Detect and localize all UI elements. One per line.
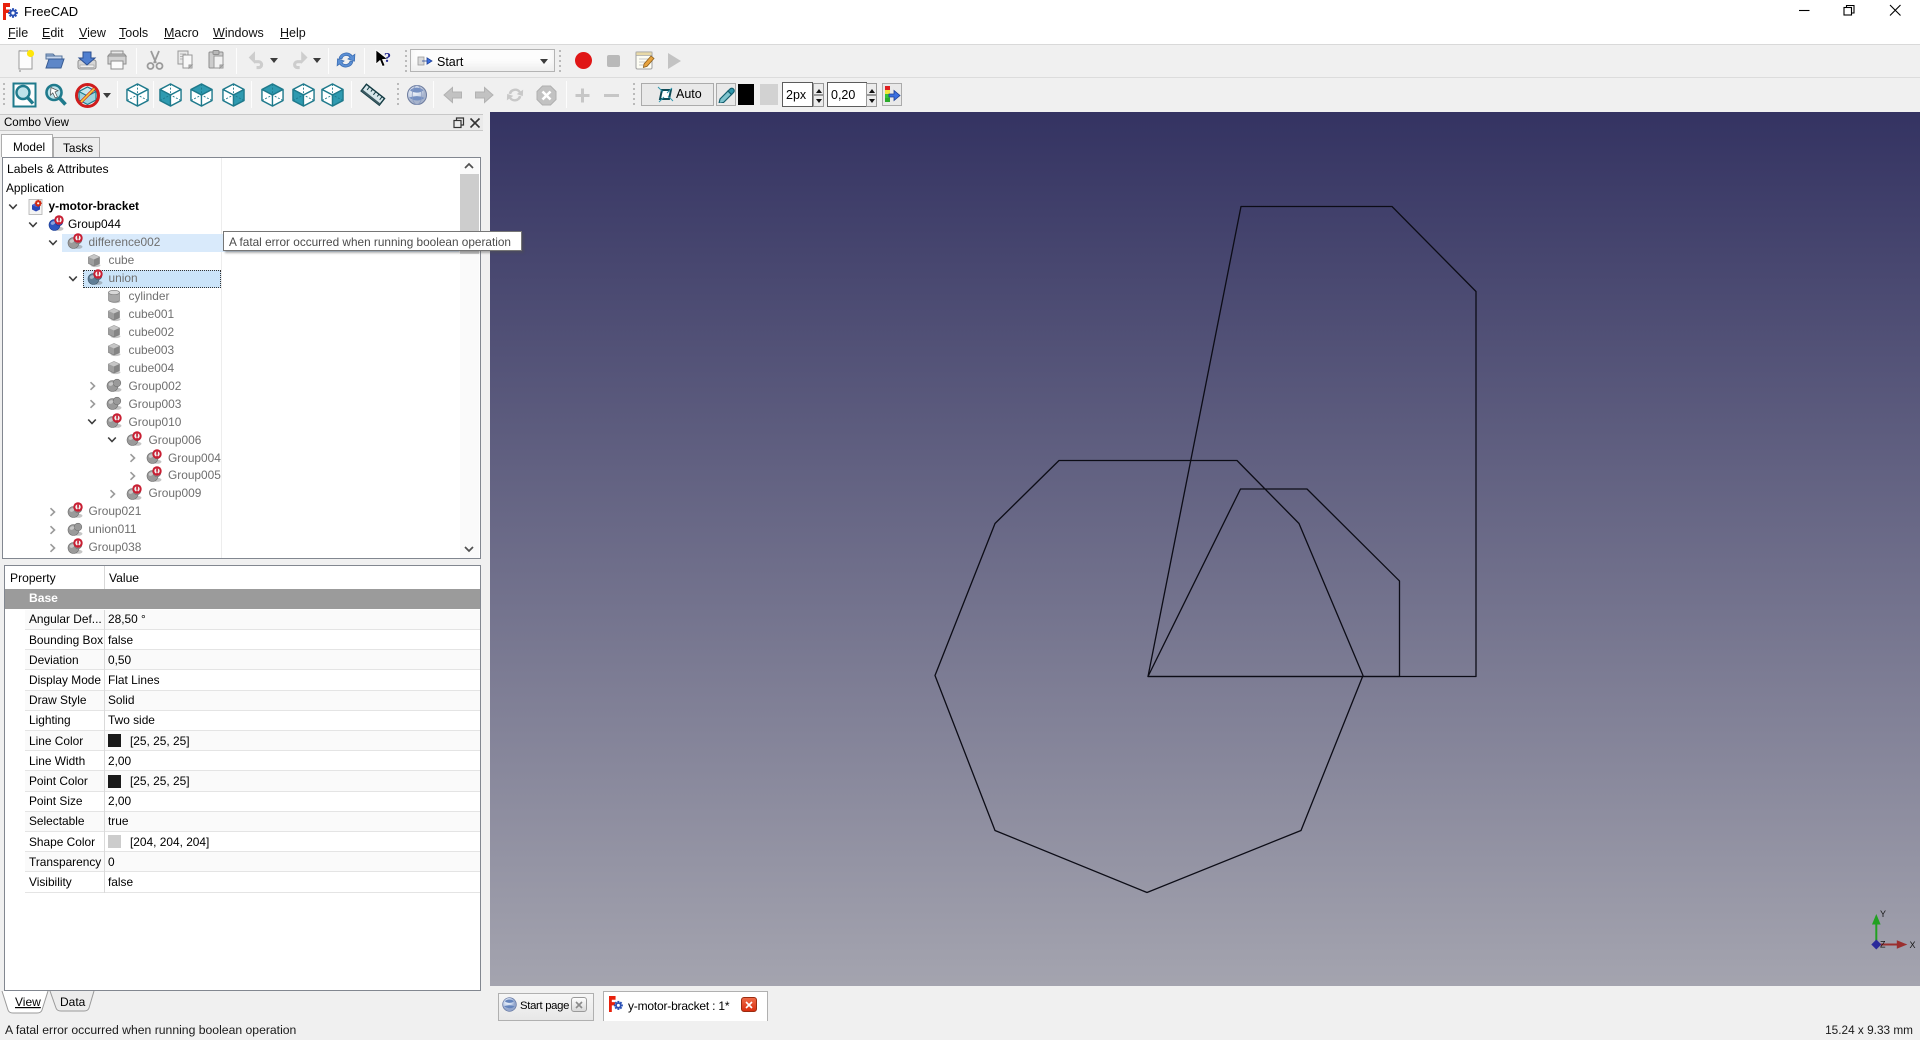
svg-text:Z: Z (1880, 939, 1886, 949)
svg-text:Y: Y (1880, 909, 1886, 919)
svg-text:X: X (1910, 940, 1916, 950)
svg-text:Data: Data (60, 995, 86, 1009)
svg-text:?: ? (384, 51, 391, 66)
svg-text:View: View (15, 995, 41, 1009)
